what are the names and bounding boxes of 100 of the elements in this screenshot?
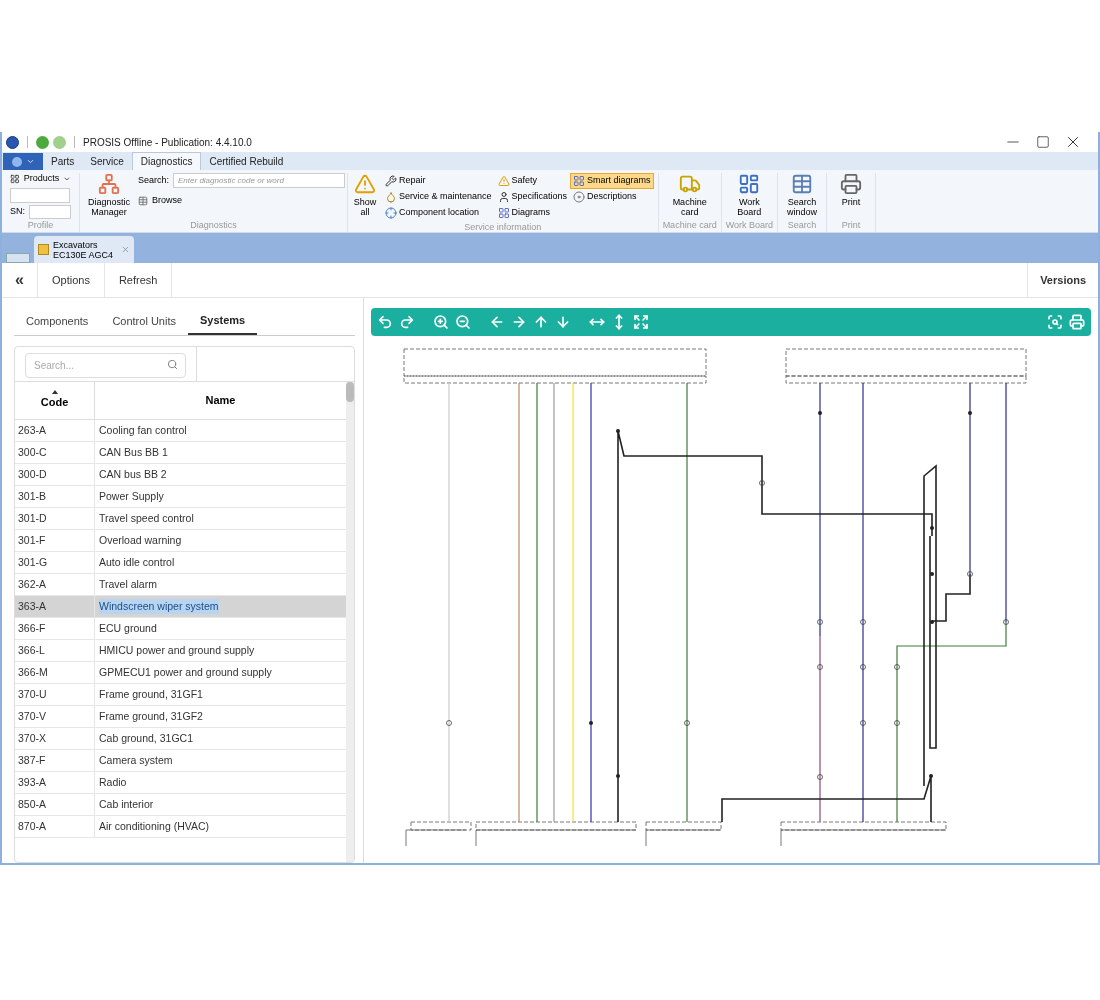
ribbon-item[interactable]: Specifications [494, 189, 571, 205]
document-icon [38, 244, 49, 255]
ribbon-item[interactable]: Smart diagrams [570, 173, 654, 189]
table-row[interactable]: 363-A Windscreen wiper system [15, 596, 346, 618]
print-icon[interactable] [1069, 314, 1085, 330]
table-icon [791, 173, 813, 195]
fit-page-icon[interactable] [633, 314, 649, 330]
toolbar-button[interactable]: Refresh [104, 263, 173, 297]
scrollbar[interactable] [346, 382, 354, 862]
code-cell: 301-B [15, 486, 95, 507]
panel-tab[interactable]: Components [14, 308, 101, 335]
table-row[interactable]: 366-L HMICU power and ground supply [15, 640, 346, 662]
table-row[interactable]: 300-C CAN Bus BB 1 [15, 442, 346, 464]
products-dropdown[interactable]: Products [10, 173, 71, 185]
disc-icon [573, 191, 586, 203]
code-cell: 362-A [15, 574, 95, 595]
table-row[interactable]: 870-A Air conditioning (HVAC) [15, 816, 346, 838]
ribbon-button[interactable]: Machine card [669, 173, 710, 217]
name-cell-text: Overload warning [98, 532, 183, 548]
table-row[interactable]: 393-A Radio [15, 772, 346, 794]
table-row[interactable]: 301-D Travel speed control [15, 508, 346, 530]
tab-title: Excavators [53, 239, 99, 250]
serial-number-input[interactable] [29, 205, 71, 219]
table-row[interactable]: 263-A Cooling fan control [15, 420, 346, 442]
document-tab[interactable]: Excavators EC130E AGC4 [34, 236, 134, 263]
collapse-button[interactable]: « [2, 263, 38, 297]
code-cell: 370-X [15, 728, 95, 749]
zoom-out-icon[interactable] [455, 314, 471, 330]
table-row[interactable]: 370-V Frame ground, 31GF2 [15, 706, 346, 728]
product-input[interactable] [10, 188, 70, 203]
table-row[interactable]: 366-F ECU ground [15, 618, 346, 640]
app-logo-icon [11, 156, 22, 167]
table-row[interactable]: 300-D CAN bus BB 2 [15, 464, 346, 486]
grid-icon [497, 207, 510, 219]
forward-icon[interactable] [53, 135, 66, 149]
undo-icon[interactable] [377, 314, 393, 330]
code-cell: 301-G [15, 552, 95, 573]
table-row[interactable]: 301-G Auto idle control [15, 552, 346, 574]
code-cell: 363-A [15, 596, 95, 617]
table-row[interactable]: 370-U Frame ground, 31GF1 [15, 684, 346, 706]
panel-tab[interactable]: Control Units [100, 308, 188, 335]
column-header[interactable]: Name [95, 382, 346, 419]
ribbon-tab[interactable]: Diagnostics [131, 152, 202, 170]
products-icon [10, 174, 20, 184]
back-icon[interactable] [36, 135, 49, 149]
name-cell-text: Camera system [98, 752, 174, 768]
versions-button[interactable]: Versions [1027, 263, 1098, 297]
ribbon-button[interactable]: Search window [782, 173, 822, 217]
ribbon-tab[interactable]: Parts [43, 152, 83, 170]
table-row[interactable]: 850-A Cab interior [15, 794, 346, 816]
ribbon-item[interactable]: Descriptions [570, 189, 654, 205]
maximize-icon[interactable] [1036, 135, 1050, 149]
search-field[interactable]: Search... [25, 352, 186, 378]
ribbon-button[interactable]: Print [831, 173, 871, 207]
table-row[interactable]: 387-F Camera system [15, 750, 346, 772]
droplet-icon [385, 191, 397, 203]
ribbon-item[interactable]: Component location [382, 205, 495, 221]
ribbon-item[interactable]: Service & maintenance [382, 189, 495, 205]
ribbon-button[interactable]: Work Board [729, 173, 770, 217]
zoom-in-icon[interactable] [433, 314, 449, 330]
toolbar-button[interactable]: Options [38, 263, 105, 297]
tab-list-button[interactable] [6, 253, 30, 263]
arrow-up-icon[interactable] [533, 314, 549, 330]
table-row[interactable]: 370-X Cab ground, 31GC1 [15, 728, 346, 750]
arrow-down-icon[interactable] [555, 314, 571, 330]
group-label: Print [841, 218, 861, 232]
redo-icon[interactable] [399, 314, 415, 330]
ribbon-tab[interactable]: Certified Rebuild [201, 152, 292, 170]
board-icon [738, 173, 761, 195]
panel-tab[interactable]: Systems [187, 308, 258, 335]
crosshair-icon [385, 207, 397, 219]
ribbon-tab[interactable]: Service [82, 152, 132, 170]
show-all-button[interactable]: Show all [352, 173, 378, 221]
name-cell-text: CAN bus BB 2 [98, 466, 168, 482]
column-header[interactable]: Code [15, 382, 95, 419]
ribbon-item[interactable]: Repair [382, 173, 495, 189]
ribbon-item[interactable]: Diagrams [494, 205, 571, 221]
caret-icon [25, 157, 35, 166]
tab-subtitle: EC130E AGC4 [53, 249, 114, 260]
scrollbar-thumb[interactable] [346, 382, 354, 402]
code-cell: 366-M [15, 662, 95, 683]
group-label: Work Board [725, 218, 773, 232]
ribbon-item[interactable]: Safety [494, 173, 571, 189]
search-icon [167, 358, 178, 370]
code-cell: 393-A [15, 772, 95, 793]
name-cell-text: GPMECU1 power and ground supply [98, 664, 273, 680]
scan-icon[interactable] [1047, 314, 1063, 330]
table-row[interactable]: 366-M GPMECU1 power and ground supply [15, 662, 346, 684]
diagnostic-search-field[interactable]: Enter diagnostic code or word [173, 173, 346, 188]
name-cell-text: Cab interior [98, 796, 155, 812]
name-cell-text: Frame ground, 31GF2 [98, 708, 204, 724]
app-menu-button[interactable] [3, 153, 43, 170]
sort-icon [51, 390, 58, 395]
code-cell: 301-D [15, 508, 95, 529]
sn-label: SN: [10, 205, 25, 219]
diagnostic-manager-button[interactable]: Diagnostic Manager [88, 173, 130, 217]
wrench-icon [385, 175, 397, 187]
table-row[interactable]: 301-B Power Supply [15, 486, 346, 508]
browse-button[interactable]: Browse [138, 194, 346, 208]
table-row[interactable]: 301-F Overload warning [15, 530, 346, 552]
